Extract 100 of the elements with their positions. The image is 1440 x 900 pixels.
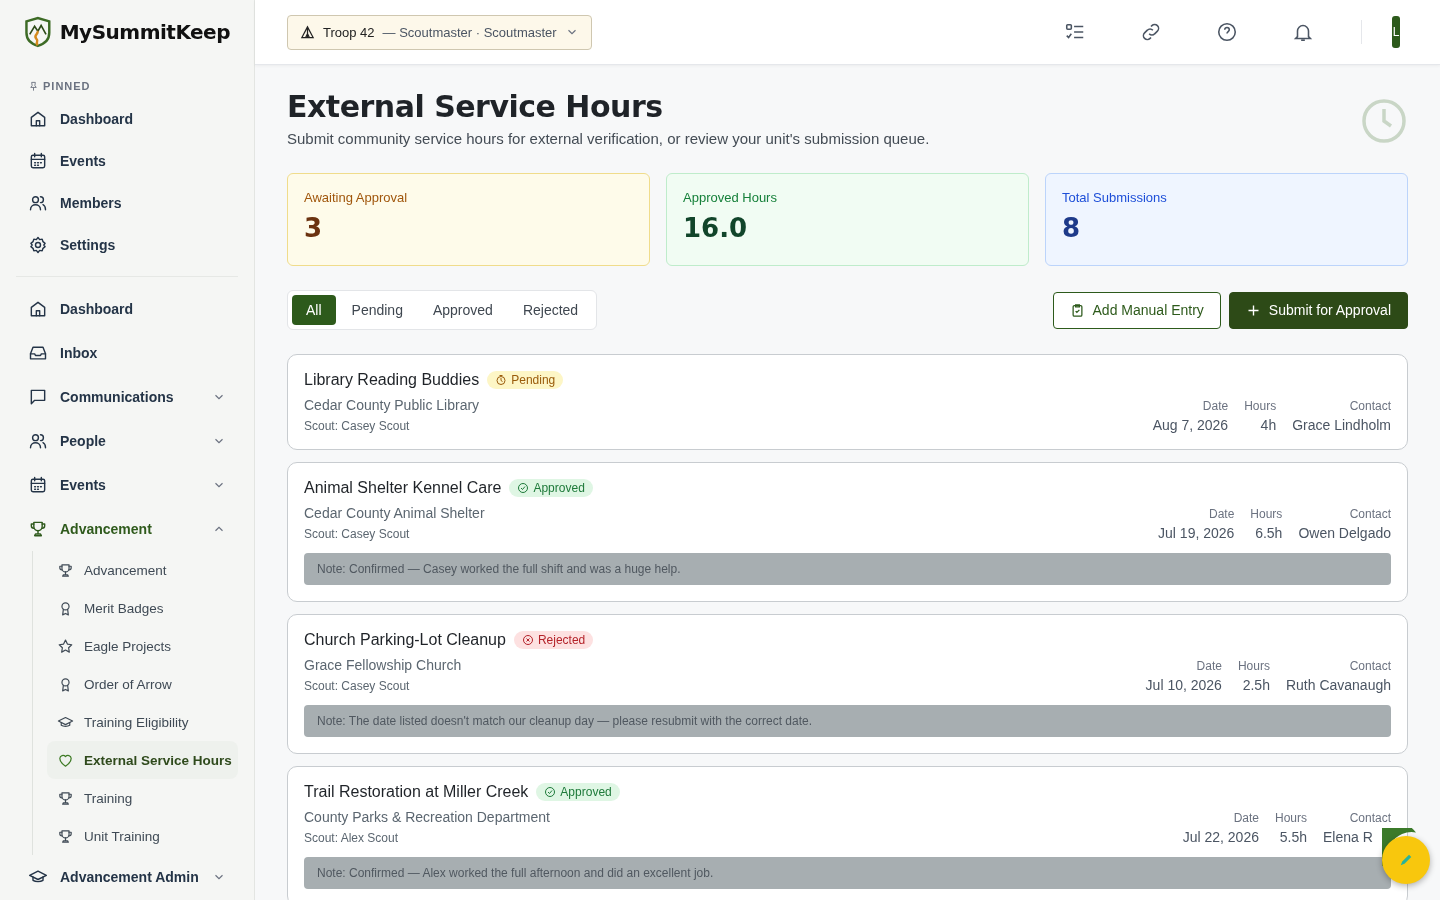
field-label: Hours: [1250, 507, 1283, 521]
home-icon: [28, 109, 48, 129]
link-icon[interactable]: [1140, 21, 1162, 43]
submission-title: Church Parking-Lot Cleanup: [304, 631, 506, 649]
help-icon[interactable]: [1216, 21, 1238, 43]
review-note: Note: Confirmed — Casey worked the full shift and was a huge help.: [304, 553, 1391, 585]
status-badge: Approved: [509, 479, 593, 497]
filter-tab[interactable]: Rejected: [508, 295, 593, 325]
filter-tab[interactable]: All: [292, 295, 336, 325]
field-value: Aug 7, 2026: [1152, 417, 1229, 433]
scout-name: Scout: Casey Scout: [304, 419, 411, 433]
page-title: External Service Hours: [287, 89, 664, 124]
field-value: 2.5h: [1242, 677, 1270, 693]
stat-label: Total Submissions: [1062, 190, 1168, 205]
check-circle-icon: [544, 786, 557, 798]
chat-icon: [28, 387, 48, 407]
stat-value: 16.0: [683, 213, 749, 243]
submission-card[interactable]: [287, 766, 1408, 900]
section-label: PINNED: [43, 80, 91, 92]
submission-title: Trail Restoration at Miller Creek: [304, 783, 529, 801]
add-entry-button[interactable]: Add Manual Entry: [1052, 291, 1221, 329]
pinned-item[interactable]: Settings: [16, 224, 238, 266]
field-value: Jul 22, 2026: [1182, 829, 1259, 845]
users-icon: [28, 193, 48, 213]
field-value: Grace Lindholm: [1292, 417, 1391, 433]
nav-subitem[interactable]: Training Eligibility: [47, 703, 238, 741]
field-value: 6.5h: [1255, 525, 1283, 541]
user-avatar[interactable]: L: [1392, 16, 1400, 48]
organization: County Parks & Recreation Department: [304, 809, 551, 825]
calendar-icon: [28, 475, 48, 495]
pinned-item[interactable]: Dashboard: [16, 98, 238, 140]
field-label: Date: [1233, 811, 1259, 825]
field-label: Hours: [1244, 399, 1277, 413]
inbox-icon: [28, 343, 48, 363]
organization: Cedar County Animal Shelter: [304, 505, 486, 521]
trophy-icon: [57, 561, 74, 579]
stat-value: 8: [1062, 213, 1082, 243]
filter-tab[interactable]: Approved: [418, 295, 507, 325]
submit-button[interactable]: Submit for Approval: [1228, 291, 1408, 329]
nav-item[interactable]: Events: [16, 463, 238, 507]
field-value: 4h: [1260, 417, 1277, 433]
trophy-icon: [28, 519, 48, 539]
nav-subitem[interactable]: Merit Badges: [47, 589, 238, 627]
check-circle-icon: [517, 482, 530, 494]
submission-title: Library Reading Buddies: [304, 371, 480, 389]
submission-title: Animal Shelter Kennel Care: [304, 479, 502, 497]
field-value: Jul 10, 2026: [1145, 677, 1222, 693]
nav-subitem[interactable]: Eagle Projects: [47, 627, 238, 665]
field-value: Elena R: [1323, 829, 1373, 845]
pinned-item[interactable]: Events: [16, 140, 238, 182]
trophy-icon: [57, 789, 74, 807]
home-icon: [28, 299, 48, 319]
field-label: Date: [1196, 659, 1222, 673]
filter-tab[interactable]: Pending: [337, 295, 417, 325]
field-label: Date: [1202, 399, 1229, 413]
field-label: Contact: [1349, 811, 1391, 825]
nav-item[interactable]: Dashboard: [16, 287, 238, 331]
field-value: Jul 19, 2026: [1158, 525, 1235, 541]
field-value: 5.5h: [1279, 829, 1307, 845]
unit-selector[interactable]: Troop 42 — Scoutmaster · Scoutmaster: [287, 14, 592, 50]
settings-icon: [28, 235, 48, 255]
clock-icon: [1360, 97, 1408, 145]
scout-name: Scout: Casey Scout: [304, 527, 411, 541]
field-label: Contact: [1349, 507, 1391, 521]
submission-card[interactable]: Animal Shelter Kennel Care Approved Cedar County Animal Shelter Scout: Casey Scout Date Jul 19, 2026 Hours 6.5h Contact Owen Delgado Note: Confirmed — Casey worked the full shift and was a huge help.: [287, 462, 1408, 602]
brand-name: MySummitKeep: [59, 20, 230, 44]
nav-subitem[interactable]: Order of Arrow: [47, 665, 238, 703]
review-note: Note: The date listed doesn't match our cleanup day — please resubmit with the correct date.: [304, 705, 1391, 737]
stat-label: Awaiting Approval: [304, 190, 409, 205]
field-label: Hours: [1237, 659, 1270, 673]
organization: Grace Fellowship Church: [304, 657, 463, 673]
pin-icon: [28, 80, 39, 92]
nav-item[interactable]: Advancement Admin: [16, 855, 238, 899]
tent-icon: [300, 24, 315, 40]
nav-item[interactable]: Communications: [16, 375, 238, 419]
edit-button[interactable]: [1382, 836, 1430, 884]
star-icon: [57, 637, 74, 655]
nav-item[interactable]: People: [16, 419, 238, 463]
submission-card[interactable]: [287, 614, 1408, 754]
x-circle-icon: [521, 634, 534, 646]
timer-icon: [495, 374, 508, 386]
stat-value: 3: [304, 213, 324, 243]
nav-subitem[interactable]: Training: [47, 779, 238, 817]
field-value: Ruth Cavanaugh: [1285, 677, 1391, 693]
nav-subitem[interactable]: External Service Hours: [47, 741, 238, 779]
nav-subitem[interactable]: Unit Training: [47, 817, 238, 855]
nav-item[interactable]: Advancement: [16, 507, 238, 551]
field-label: Date: [1209, 507, 1235, 521]
submission-card[interactable]: Library Reading Buddies Pending Cedar County Public Library Scout: Casey Scout Date Aug 7, 2026 Hours 4h Contact Grace Lindholm: [287, 354, 1408, 450]
nav-item[interactable]: Inbox: [16, 331, 238, 375]
status-badge: Rejected: [513, 631, 594, 649]
users-icon: [28, 431, 48, 451]
status-badge: Pending: [487, 371, 564, 389]
scout-name: Scout: Casey Scout: [304, 679, 411, 693]
stat-label: Approved Hours: [683, 190, 778, 205]
organization: Cedar County Public Library: [304, 397, 481, 413]
pinned-item[interactable]: Members: [16, 182, 238, 224]
trophy-icon: [57, 827, 74, 845]
nav-subitem[interactable]: Advancement: [47, 551, 238, 589]
field-label: Hours: [1275, 811, 1307, 825]
